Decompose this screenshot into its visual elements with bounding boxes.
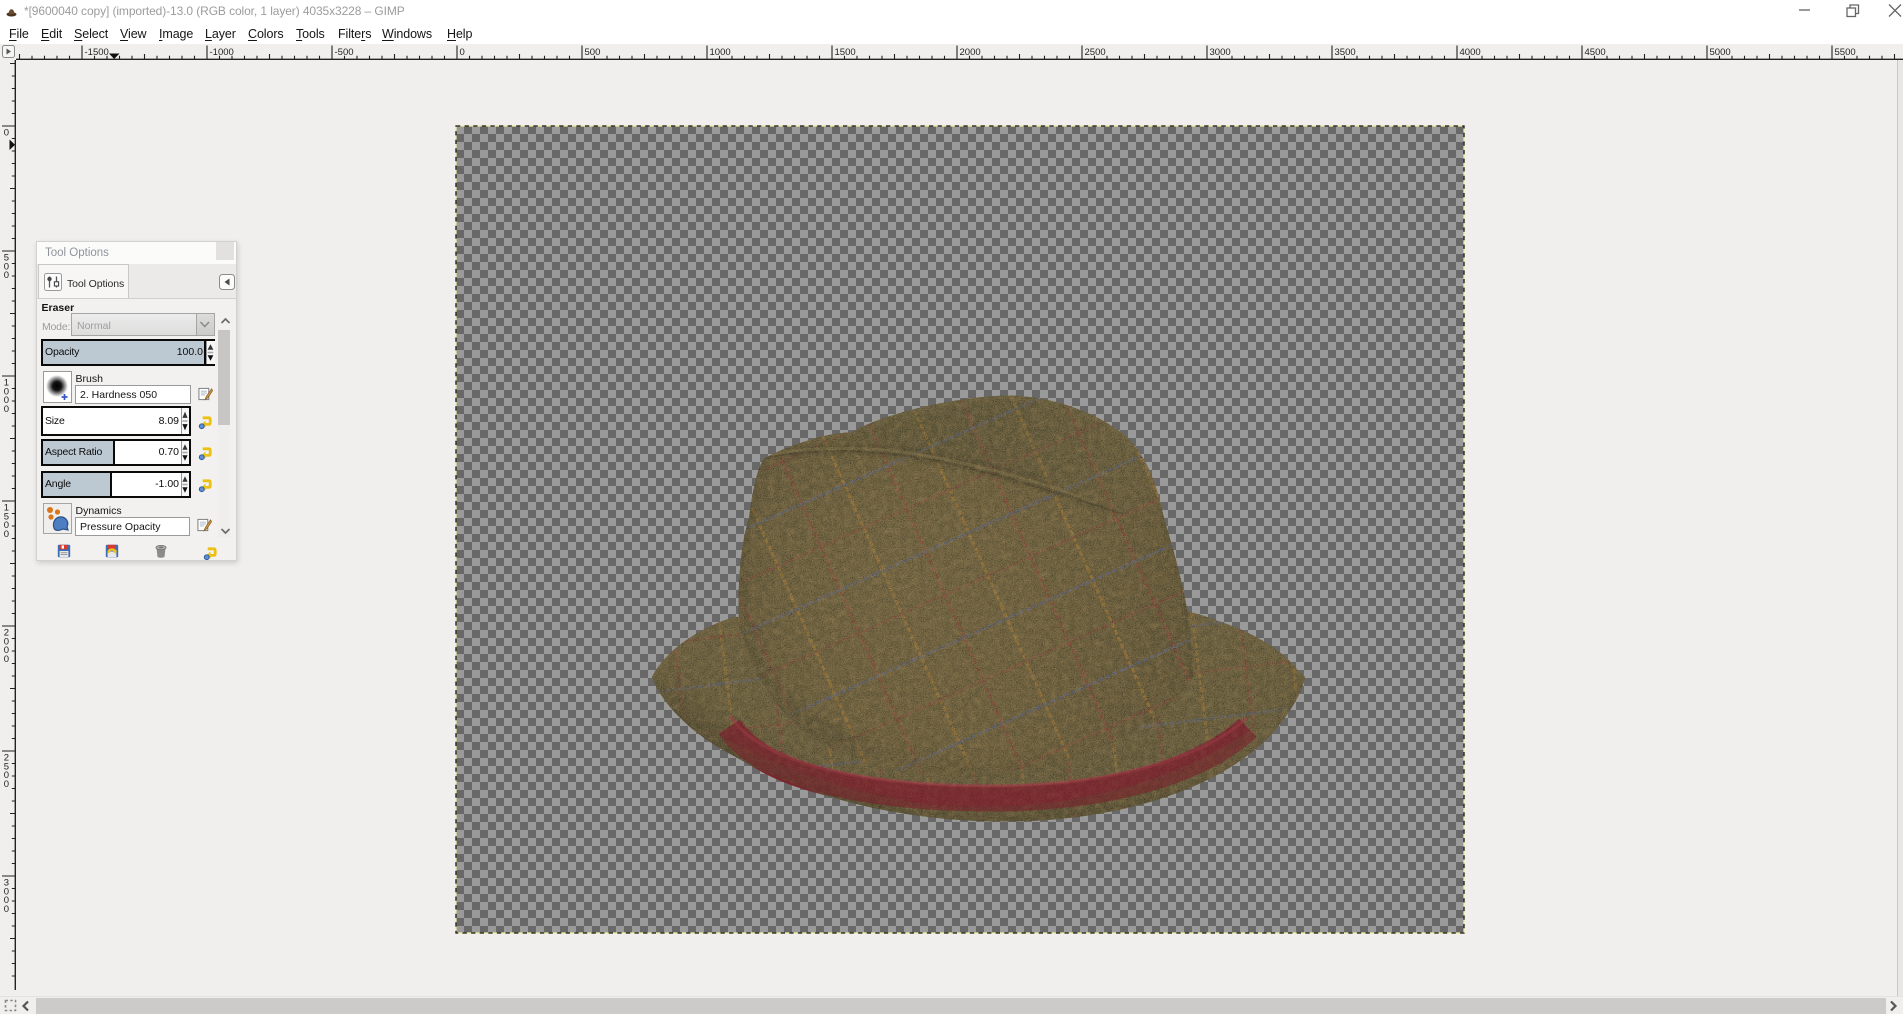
svg-text:0: 0: [460, 47, 465, 58]
svg-text:0: 0: [4, 654, 9, 665]
svg-text:1000: 1000: [710, 47, 731, 58]
svg-text:2000: 2000: [960, 47, 981, 58]
svg-text:500: 500: [585, 47, 601, 58]
svg-text:0: 0: [4, 404, 9, 415]
svg-text:4500: 4500: [1585, 47, 1606, 58]
svg-text:-1000: -1000: [210, 47, 234, 58]
svg-text:0: 0: [4, 270, 9, 281]
svg-text:3500: 3500: [1335, 47, 1356, 58]
svg-text:0: 0: [4, 529, 9, 540]
svg-text:1500: 1500: [835, 47, 856, 58]
svg-text:2500: 2500: [1085, 47, 1106, 58]
svg-text:5500: 5500: [1835, 47, 1856, 58]
svg-text:-1500: -1500: [85, 47, 109, 58]
svg-text:0: 0: [4, 904, 9, 915]
svg-text:-500: -500: [335, 47, 354, 58]
svg-text:0: 0: [4, 779, 9, 790]
svg-text:4000: 4000: [1460, 47, 1481, 58]
svg-text:5000: 5000: [1710, 47, 1731, 58]
svg-text:3000: 3000: [1210, 47, 1231, 58]
svg-text:0: 0: [4, 128, 9, 139]
